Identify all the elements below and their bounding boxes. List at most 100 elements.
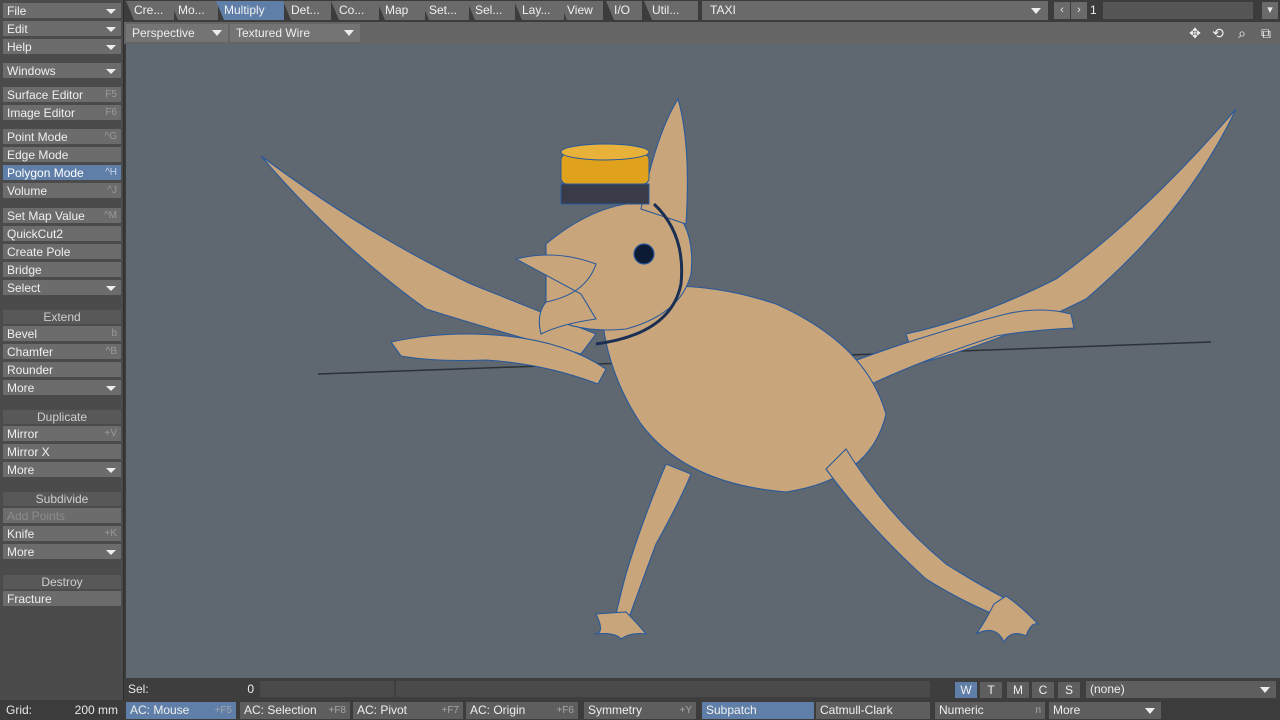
add-points-button[interactable]: Add Points	[3, 508, 121, 524]
volume-label: Volume	[7, 184, 48, 198]
render-style-dropdown[interactable]: Textured Wire	[230, 24, 360, 42]
subpatch-button[interactable]: Subpatch	[702, 702, 814, 719]
create-pole-button[interactable]: Create Pole	[3, 244, 121, 260]
chevron-down-icon	[1031, 8, 1041, 14]
windows-menu-label: Windows	[7, 64, 56, 78]
set-map-value-button[interactable]: Set Map Value ^M	[3, 208, 121, 224]
image-editor-label: Image Editor	[7, 106, 76, 120]
help-menu-label: Help	[7, 40, 32, 54]
3d-viewport[interactable]	[126, 44, 1280, 678]
ac-mouse-button[interactable]: AC: Mouse +F5	[126, 702, 236, 719]
numeric-label: Numeric	[939, 703, 984, 717]
symmetry-button[interactable]: Symmetry +Y	[584, 702, 696, 719]
edge-mode-label: Edge Mode	[7, 148, 69, 162]
left-leg	[613, 463, 692, 627]
tab-detail[interactable]: Det...	[283, 1, 331, 20]
right-leg	[825, 448, 1017, 620]
wtmcs-t-button[interactable]: T	[980, 682, 1002, 698]
subdivide-more-menu[interactable]: More	[3, 544, 121, 560]
tab-modify[interactable]: Mo...	[170, 1, 218, 20]
polygon-mode-button[interactable]: Polygon Mode ^H	[3, 165, 121, 181]
bridge-button[interactable]: Bridge	[3, 262, 121, 278]
knife-button[interactable]: Knife +K	[3, 526, 121, 542]
chevron-down-icon	[106, 9, 116, 14]
bevel-shortcut: b	[111, 328, 117, 339]
tab-construct[interactable]: Co...	[331, 1, 379, 20]
ac-pivot-button[interactable]: AC: Pivot +F7	[353, 702, 463, 719]
chevron-left-icon: ‹	[1060, 4, 1064, 16]
windows-menu[interactable]: Windows	[3, 63, 121, 79]
tab-utilities[interactable]: Util...	[644, 1, 698, 20]
numeric-button[interactable]: Numeric n	[935, 702, 1045, 719]
move-view-icon[interactable]: ✥	[1185, 24, 1205, 42]
top-tab-bar: Cre... Mo... Multiply Det... Co... Map S…	[124, 0, 1280, 22]
bevel-button[interactable]: Bevel b	[3, 326, 121, 342]
ac-origin-shortcut: +F6	[556, 705, 574, 716]
tab-multiply[interactable]: Multiply	[216, 1, 284, 20]
knife-label: Knife	[7, 527, 35, 541]
image-editor-button[interactable]: Image Editor F6	[3, 105, 121, 121]
chevron-down-icon	[1260, 687, 1270, 693]
maximize-viewport-icon[interactable]: ⧉	[1256, 24, 1276, 42]
grid-label: Grid:	[6, 703, 33, 717]
duplicate-more-menu[interactable]: More	[3, 462, 121, 478]
more-label: More	[1053, 703, 1081, 717]
viewport-header: Perspective Textured Wire ✥ ⟲ ⌕ ⧉	[124, 22, 1280, 44]
chamfer-label: Chamfer	[7, 345, 54, 359]
rounder-button[interactable]: Rounder	[3, 362, 121, 378]
layer-number: 1	[1090, 3, 1097, 17]
volume-button[interactable]: Volume ^J	[3, 183, 121, 199]
vmap-dropdown[interactable]: (none)	[1086, 681, 1276, 698]
file-menu-label: File	[7, 4, 27, 18]
object-name-dropdown[interactable]: TAXI	[702, 1, 1048, 20]
select-menu[interactable]: Select	[3, 280, 121, 296]
layer-buttons[interactable]	[1103, 2, 1253, 19]
subpatch-type-label: Catmull-Clark	[820, 703, 893, 717]
tab-map[interactable]: Map	[377, 1, 425, 20]
ac-selection-button[interactable]: AC: Selection +F8	[240, 702, 350, 719]
tab-select[interactable]: Sel...	[467, 1, 515, 20]
projection-dropdown[interactable]: Perspective	[126, 24, 228, 42]
layer-next-button[interactable]: ›	[1071, 2, 1087, 19]
point-mode-button[interactable]: Point Mode ^G	[3, 129, 121, 145]
zoom-view-icon[interactable]: ⌕	[1232, 24, 1252, 42]
chevron-down-icon	[106, 27, 116, 32]
edge-mode-button[interactable]: Edge Mode	[3, 147, 121, 163]
bellhop-hat	[560, 143, 650, 205]
quickcut2-button[interactable]: QuickCut2	[3, 226, 121, 242]
tab-layers[interactable]: Lay...	[514, 1, 564, 20]
wtmcs-m-button[interactable]: M	[1007, 682, 1029, 698]
subpatch-label: Subpatch	[706, 703, 757, 717]
wtmcs-s-button[interactable]: S	[1058, 682, 1080, 698]
rotate-view-icon[interactable]: ⟲	[1208, 24, 1228, 42]
bottom-bar: Grid: 200 mm AC: Mouse +F5 AC: Selection +…	[0, 700, 1280, 720]
chevron-down-icon	[106, 69, 116, 74]
mirror-button[interactable]: Mirror +V	[3, 426, 121, 442]
quickcut2-label: QuickCut2	[7, 227, 64, 241]
help-menu[interactable]: Help	[3, 39, 121, 55]
tab-io[interactable]: I/O	[606, 1, 642, 20]
mirror-x-button[interactable]: Mirror X	[3, 444, 121, 460]
layer-prev-button[interactable]: ‹	[1054, 2, 1070, 19]
chamfer-button[interactable]: Chamfer ^B	[3, 344, 121, 360]
tab-view[interactable]: View	[559, 1, 603, 20]
knife-shortcut: +K	[104, 528, 117, 539]
wtmcs-c-button[interactable]: C	[1032, 682, 1054, 698]
layer-menu-button[interactable]: ▾	[1262, 2, 1278, 19]
more-dropdown[interactable]: More	[1049, 702, 1161, 719]
tab-create[interactable]: Cre...	[126, 1, 174, 20]
wtmcs-w-button[interactable]: W	[955, 682, 977, 698]
extend-more-menu[interactable]: More	[3, 380, 121, 396]
sel-count: 0	[184, 681, 258, 697]
mirror-x-label: Mirror X	[7, 445, 50, 459]
fracture-button[interactable]: Fracture	[3, 591, 121, 607]
tab-setup[interactable]: Set...	[421, 1, 469, 20]
ac-origin-button[interactable]: AC: Origin +F6	[466, 702, 578, 719]
file-menu[interactable]: File	[3, 3, 121, 19]
surface-editor-button[interactable]: Surface Editor F5	[3, 87, 121, 103]
edit-menu[interactable]: Edit	[3, 21, 121, 37]
subpatch-type-dropdown[interactable]: Catmull-Clark	[816, 702, 930, 719]
subdivide-group-header: Subdivide	[3, 492, 121, 506]
edit-menu-label: Edit	[7, 22, 28, 36]
chevron-down-icon	[212, 30, 222, 36]
